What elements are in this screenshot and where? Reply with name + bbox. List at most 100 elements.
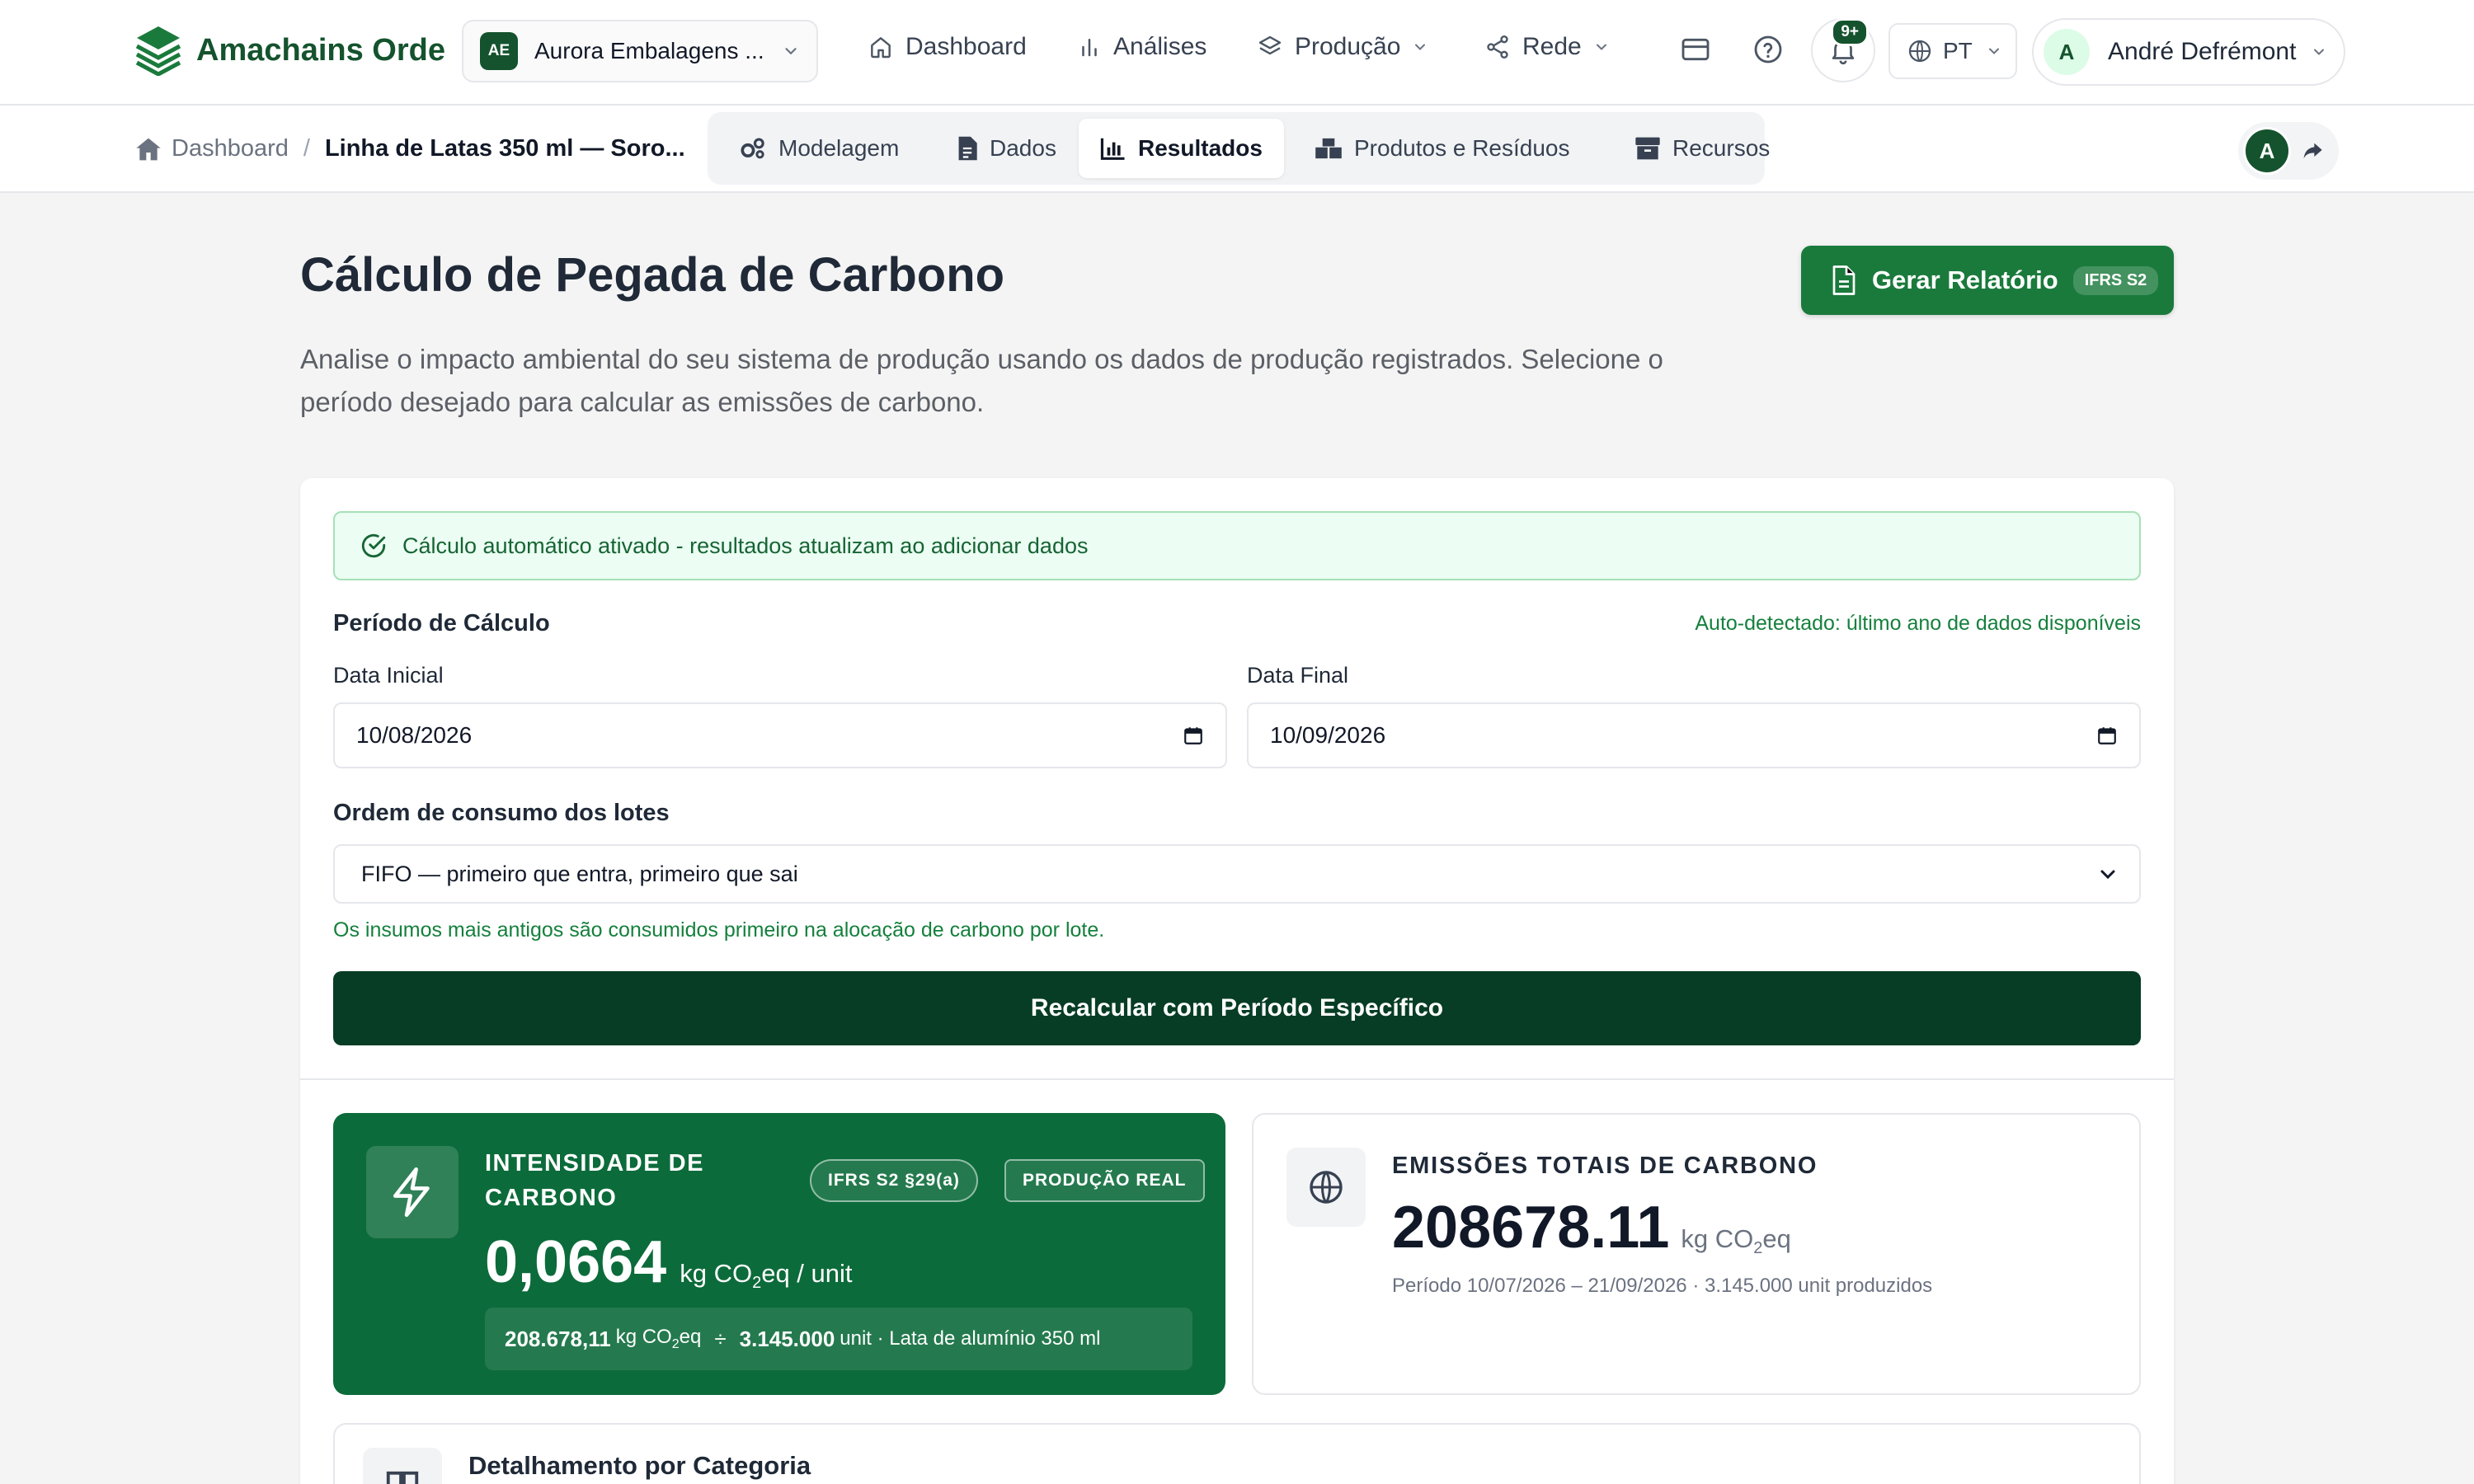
layers-icon xyxy=(1257,34,1295,60)
organization-selector[interactable]: AE Aurora Embalagens ... xyxy=(462,20,818,82)
grid-icon xyxy=(363,1448,442,1484)
unit-subscript: 2 xyxy=(1753,1239,1763,1258)
total-emissions-meta: Período 10/07/2026 – 21/09/2026 · 3.145.… xyxy=(1392,1275,1933,1297)
nav-dashboard-label: Dashboard xyxy=(905,33,1027,60)
bar-chart-icon xyxy=(1077,35,1113,59)
divider xyxy=(300,1078,2174,1080)
period-label: Período de Cálculo xyxy=(333,610,550,636)
calc-units: 3.145.000 xyxy=(739,1326,835,1351)
nav-network-label: Rede xyxy=(1522,33,1582,60)
lightning-icon xyxy=(366,1146,459,1238)
nav-analyses-label: Análises xyxy=(1113,33,1207,60)
unit-prefix: kg CO xyxy=(680,1259,753,1288)
start-date-input[interactable]: 10/08/2026 xyxy=(333,702,1227,768)
org-badge: AE xyxy=(480,32,518,70)
unit-subscript: 2 xyxy=(752,1274,762,1293)
chevron-down-icon xyxy=(1593,39,1621,55)
file-text-icon xyxy=(1831,265,1857,295)
org-name: Aurora Embalagens ... xyxy=(534,38,764,63)
collaborators[interactable]: A xyxy=(2238,122,2339,180)
chevron-down-icon xyxy=(782,42,800,60)
share-icon[interactable] xyxy=(2301,139,2324,162)
nav-production[interactable]: Produção xyxy=(1257,33,1440,61)
ifrs-pill: IFRS S2 §29(a) xyxy=(810,1159,978,1202)
calc-units-tail: unit · Lata de alumínio 350 ml xyxy=(840,1327,1101,1350)
project-tabs: Modelagem Dados Resultados Produtos e Re… xyxy=(708,112,1770,185)
auto-calculation-banner: Cálculo automático ativado - resultados … xyxy=(333,511,2141,580)
unit-suffix: eq / unit xyxy=(761,1259,853,1288)
language-code: PT xyxy=(1943,38,1973,63)
tab-resources[interactable]: Recursos xyxy=(1613,119,1791,178)
project-subbar: Dashboard / Linha de Latas 350 ml — Soro… xyxy=(0,106,2474,193)
total-emissions-card: EMISSÕES TOTAIS DE CARBONO 208678.11 kg … xyxy=(1252,1113,2141,1395)
intensity-calculation: 208.678,11 kg CO2eq ÷ 3.145.000 unit · L… xyxy=(485,1308,1192,1370)
brand[interactable]: Amachains Orde xyxy=(135,25,445,76)
generate-report-button[interactable]: Gerar Relatório IFRS S2 xyxy=(1801,246,2174,315)
calc-emissions: 208.678,11 xyxy=(505,1326,611,1351)
nav-production-label: Produção xyxy=(1295,33,1401,60)
total-emissions-title: EMISSÕES TOTAIS DE CARBONO xyxy=(1392,1153,1818,1179)
tab-data-label: Dados xyxy=(990,135,1056,161)
unit-prefix: kg CO xyxy=(615,1326,672,1349)
end-date-input[interactable]: 10/09/2026 xyxy=(1247,702,2141,768)
document-icon xyxy=(957,135,990,162)
tab-products-waste-label: Produtos e Resíduos xyxy=(1354,135,1570,161)
consumption-order-select[interactable]: FIFO — primeiro que entra, primeiro que … xyxy=(333,844,2141,904)
globe-icon xyxy=(1907,38,1933,64)
consumption-order-hint: Os insumos mais antigos são consumidos p… xyxy=(333,918,1105,942)
generate-report-label: Gerar Relatório xyxy=(1872,265,2058,294)
unit-prefix: kg CO xyxy=(1681,1224,1754,1253)
page-description: Analise o impacto ambiental do seu siste… xyxy=(300,344,1663,417)
nav-analyses[interactable]: Análises xyxy=(1077,33,1206,61)
logo-icon xyxy=(135,25,181,76)
archive-icon xyxy=(1634,136,1672,161)
category-breakdown-title: Detalhamento por Categoria xyxy=(468,1451,811,1480)
calendar-icon[interactable] xyxy=(2096,725,2118,746)
recalculate-button[interactable]: Recalcular com Período Específico xyxy=(333,971,2141,1045)
tab-products-waste[interactable]: Produtos e Resíduos xyxy=(1293,119,1592,178)
brand-name: Amachains Orde xyxy=(196,32,445,68)
start-date-label: Data Inicial xyxy=(333,663,444,688)
calculation-card: Cálculo automático ativado - resultados … xyxy=(300,478,2174,1484)
globe-icon xyxy=(1286,1148,1366,1227)
tab-data[interactable]: Dados xyxy=(935,119,1078,178)
chevron-down-icon xyxy=(2098,864,2118,884)
breadcrumb: Dashboard / Linha de Latas 350 ml — Soro… xyxy=(135,135,685,162)
intensity-value-row: 0,0664 kg CO2eq / unit xyxy=(485,1228,853,1296)
auto-detected-note: Auto-detectado: último ano de dados disp… xyxy=(1695,612,2141,635)
total-value-row: 208678.11 kg CO2eq xyxy=(1392,1194,1791,1261)
home-icon[interactable] xyxy=(135,137,162,162)
breadcrumb-dashboard[interactable]: Dashboard xyxy=(172,135,289,162)
breadcrumb-separator: / xyxy=(303,135,310,162)
unit-suffix: eq xyxy=(1762,1224,1791,1253)
help-icon[interactable] xyxy=(1752,33,1785,66)
chevron-down-icon xyxy=(1986,43,2002,59)
intensity-unit: kg CO2eq / unit xyxy=(680,1259,852,1293)
nav-network[interactable]: Rede xyxy=(1484,33,1621,61)
ifrs-tag: IFRS S2 xyxy=(2072,265,2159,295)
avatar: A xyxy=(2044,29,2090,75)
notifications-button[interactable]: 9+ xyxy=(1811,18,1875,82)
page-title: Cálculo de Pegada de Carbono xyxy=(300,248,1005,302)
user-name: André Defrémont xyxy=(2108,38,2297,65)
user-menu[interactable]: A André Defrémont xyxy=(2032,18,2345,86)
nav-dashboard[interactable]: Dashboard xyxy=(868,33,1027,61)
share-nodes-icon xyxy=(1484,34,1522,60)
tab-modeling[interactable]: Modelagem xyxy=(717,119,920,178)
boxes-icon xyxy=(1315,137,1354,160)
home-icon xyxy=(868,34,905,60)
tab-results[interactable]: Resultados xyxy=(1079,119,1284,178)
avatar: A xyxy=(2243,127,2291,175)
unit-suffix: eq xyxy=(679,1326,702,1349)
consumption-order-label: Ordem de consumo dos lotes xyxy=(333,800,670,826)
auto-banner-text: Cálculo automático ativado - resultados … xyxy=(402,533,1089,558)
real-production-pill: PRODUÇÃO REAL xyxy=(1004,1159,1205,1202)
chevron-down-icon xyxy=(1412,39,1440,55)
language-selector[interactable]: PT xyxy=(1888,23,2017,79)
tab-modeling-label: Modelagem xyxy=(778,135,900,161)
notification-count-badge: 9+ xyxy=(1831,18,1869,46)
category-breakdown-card: Detalhamento por Categoria xyxy=(333,1423,2141,1484)
total-emissions-unit: kg CO2eq xyxy=(1681,1224,1790,1258)
calendar-icon[interactable] xyxy=(1183,725,1204,746)
credit-card-icon[interactable] xyxy=(1679,33,1712,66)
